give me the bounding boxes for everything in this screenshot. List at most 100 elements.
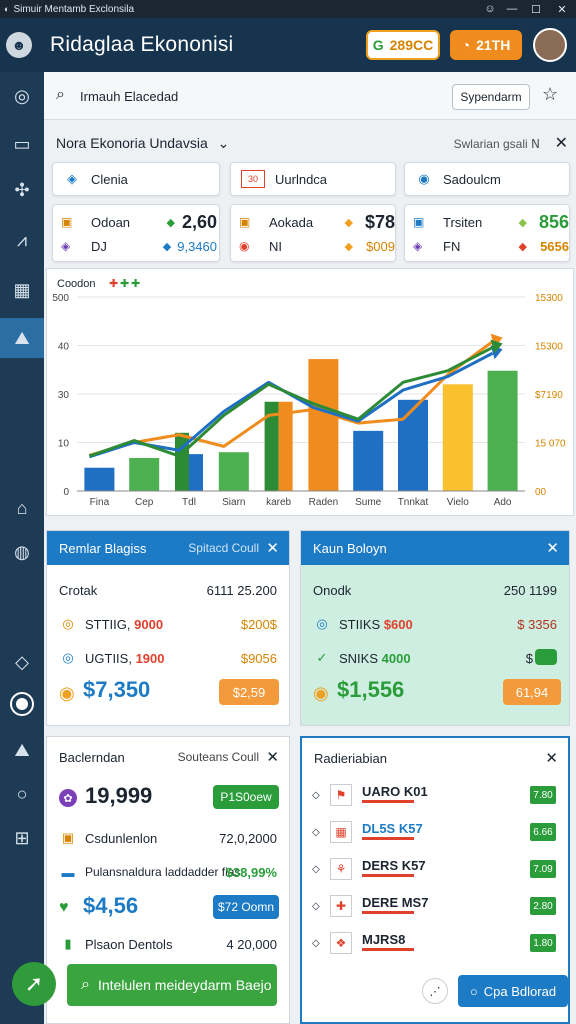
bar bbox=[129, 458, 160, 491]
stat-icon: ◈ bbox=[413, 239, 423, 253]
list-item[interactable]: ◇ ❖ MJRS8 1.80 bbox=[302, 930, 568, 960]
star-icon[interactable]: ☆ bbox=[542, 84, 558, 105]
panel-title[interactable]: Nora Ekonoria Undavsia ⌄ bbox=[56, 135, 229, 152]
item-label: MJRS8 bbox=[362, 932, 406, 947]
stat-label: NI bbox=[269, 238, 282, 254]
stat-row: ▣ Odoan ◆ 2,60 bbox=[61, 211, 217, 233]
diamond-marker-icon: ◆ bbox=[162, 240, 172, 253]
go-button[interactable]: ➚ bbox=[12, 962, 56, 1006]
economy-chart[interactable]: 0 0010 15 07030 $719040 15300500 15300Coodon ✚… bbox=[47, 269, 575, 517]
maximize-button[interactable]: ☐ bbox=[524, 0, 548, 18]
item-tag[interactable]: 1.80 bbox=[530, 934, 556, 952]
close-window-button[interactable]: ✕ bbox=[550, 0, 574, 18]
chart-title: Coodon bbox=[57, 278, 96, 290]
tab-icon: ◈ bbox=[67, 171, 77, 186]
tab-icon: ◉ bbox=[418, 171, 430, 186]
list-item[interactable]: ◇ ✚ DERE MS7 2.80 bbox=[302, 893, 568, 923]
close-icon[interactable]: ✕ bbox=[545, 749, 558, 767]
search-input[interactable]: Irmauh Elacedad bbox=[80, 89, 178, 104]
item-tag[interactable]: 6.66 bbox=[530, 823, 556, 841]
panel-header: Nora Ekonoria Undavsia ⌄ Swlarian gsali … bbox=[52, 128, 572, 160]
row-label: STIIKS $600 bbox=[339, 617, 413, 632]
minimize-button[interactable]: — bbox=[500, 0, 524, 18]
analytics-icon[interactable]: ⛰ bbox=[0, 318, 44, 358]
stat-value: 5656 bbox=[540, 238, 569, 254]
list-item: ▮ Plsaon Dentols 4 20,000 bbox=[47, 929, 289, 959]
user-avatar[interactable] bbox=[533, 28, 567, 62]
card-title: Radieriabian bbox=[314, 750, 387, 766]
globe-icon[interactable]: ◍ bbox=[0, 532, 44, 572]
card-title: Kaun Boloyn bbox=[313, 540, 387, 556]
chart-card: 0 00 10 15 070 30 $7190 40 15300 500 15300 Coodon ✚… bbox=[46, 268, 574, 516]
item-underline bbox=[362, 837, 414, 840]
app-icon: ◐ bbox=[4, 4, 10, 14]
list-item[interactable]: ◇ ▦ DL5S K57 6.66 bbox=[302, 819, 568, 849]
circle-icon[interactable]: ○ bbox=[0, 774, 44, 814]
chart-icon[interactable]: ⩘ bbox=[0, 220, 44, 260]
cpa-button[interactable]: ○ Cpa Bdlorad bbox=[458, 975, 568, 1007]
search-bar: ⌕ Irmauh Elacedad Sypendarm ☆ bbox=[44, 72, 576, 120]
title-bar: ◐ Simuir Mentamb Exclonsila ☺ — ☐ ✕ bbox=[0, 0, 576, 18]
item-underline bbox=[362, 948, 414, 951]
terrain-icon[interactable]: ⛰ bbox=[0, 730, 44, 770]
document-icon[interactable]: ▭ bbox=[0, 124, 44, 164]
close-icon[interactable]: ✕ bbox=[266, 539, 279, 557]
tab-icon: 30 bbox=[241, 170, 265, 188]
tab-clenia[interactable]: ◈ Clenia bbox=[52, 162, 220, 196]
item-tag[interactable]: 2.80 bbox=[530, 897, 556, 915]
item-underline bbox=[362, 911, 414, 914]
value-tag[interactable]: P1S0oew bbox=[213, 785, 279, 809]
bar bbox=[398, 399, 428, 491]
card-header-label[interactable]: Spitacd Coull bbox=[188, 541, 259, 555]
stat-row: ▣ Trsiten ◆ 856 bbox=[413, 211, 569, 233]
table-icon[interactable]: ▦ bbox=[0, 270, 44, 310]
coins-value: 289CC bbox=[389, 37, 434, 53]
tab-uurlndca[interactable]: 30 Uurlndca bbox=[230, 162, 396, 196]
close-panel-icon[interactable]: ✕ bbox=[555, 133, 568, 153]
y-tick-label-right: 15300 bbox=[535, 293, 563, 304]
network-icon[interactable]: ✣ bbox=[0, 170, 44, 210]
record-icon[interactable] bbox=[0, 684, 44, 724]
check-icon: ✓ bbox=[316, 650, 328, 665]
rank-badge[interactable]: ◔ 21TH bbox=[450, 30, 522, 60]
close-icon[interactable]: ✕ bbox=[266, 748, 279, 766]
panel-right-label[interactable]: Swlarian gsali 𝖭 bbox=[454, 137, 540, 151]
dashboard-icon[interactable]: ◎ bbox=[0, 76, 44, 116]
bookmark-icon: ▮ bbox=[64, 936, 72, 951]
bullet-icon: ◇ bbox=[312, 938, 320, 949]
bullet-icon: ◇ bbox=[312, 827, 320, 838]
profile-avatar[interactable]: ☻ bbox=[6, 32, 32, 58]
blagiss-card: Remlar Blagiss Spitacd Coull ✕ Crotak 61… bbox=[46, 530, 290, 726]
search-cta-button[interactable]: ⌕ Intelulen meideydarm Baejo bbox=[67, 964, 277, 1006]
value-tag[interactable]: $2,59 bbox=[219, 679, 279, 705]
heart-icon: ♥ bbox=[59, 899, 69, 916]
stat-card-2: ▣ Aokada ◆ $78 ◉ NI ◆ $009 bbox=[230, 204, 396, 262]
list-item[interactable]: ◇ ⚑ UARO K01 7.80 bbox=[302, 782, 568, 812]
row-value: 6111 25.200 bbox=[206, 583, 277, 598]
item-icon: ❖ bbox=[330, 932, 352, 954]
home-icon[interactable]: ⌂ bbox=[0, 488, 44, 528]
pin-icon: 𝖭 bbox=[531, 137, 540, 151]
value-tag[interactable]: 61,94 bbox=[503, 679, 561, 705]
row-value: $ 3356 bbox=[517, 617, 557, 632]
coins-badge[interactable]: G 289CC bbox=[366, 30, 440, 60]
account-icon[interactable]: ☺ bbox=[478, 0, 502, 18]
close-icon[interactable]: ✕ bbox=[546, 539, 559, 557]
main-content: ⌕ Irmauh Elacedad Sypendarm ☆ Nora Ekono… bbox=[44, 72, 576, 1024]
toggle-switch[interactable] bbox=[535, 649, 557, 665]
spend-button[interactable]: Sypendarm bbox=[452, 84, 530, 110]
value-tag[interactable]: $72 Oomn bbox=[213, 895, 279, 919]
item-icon: ▦ bbox=[330, 821, 352, 843]
item-tag[interactable]: 7.80 bbox=[530, 786, 556, 804]
more-icon[interactable]: ⋰ bbox=[422, 978, 448, 1004]
diamond-icon[interactable]: ◇ bbox=[0, 642, 44, 682]
coin-icon: ◉ bbox=[313, 683, 329, 703]
y-tick-label-right: 15 070 bbox=[535, 439, 566, 450]
list-item[interactable]: ◇ ⚘ DERS K57 7.09 bbox=[302, 856, 568, 886]
card-header-label[interactable]: Souteans Coull bbox=[178, 750, 259, 764]
y-tick-label: 500 bbox=[52, 293, 69, 304]
bar bbox=[442, 384, 473, 491]
tab-sadoulcm[interactable]: ◉ Sadoulcm bbox=[404, 162, 570, 196]
grid-icon[interactable]: ⊞ bbox=[0, 818, 44, 858]
item-tag[interactable]: 7.09 bbox=[530, 860, 556, 878]
